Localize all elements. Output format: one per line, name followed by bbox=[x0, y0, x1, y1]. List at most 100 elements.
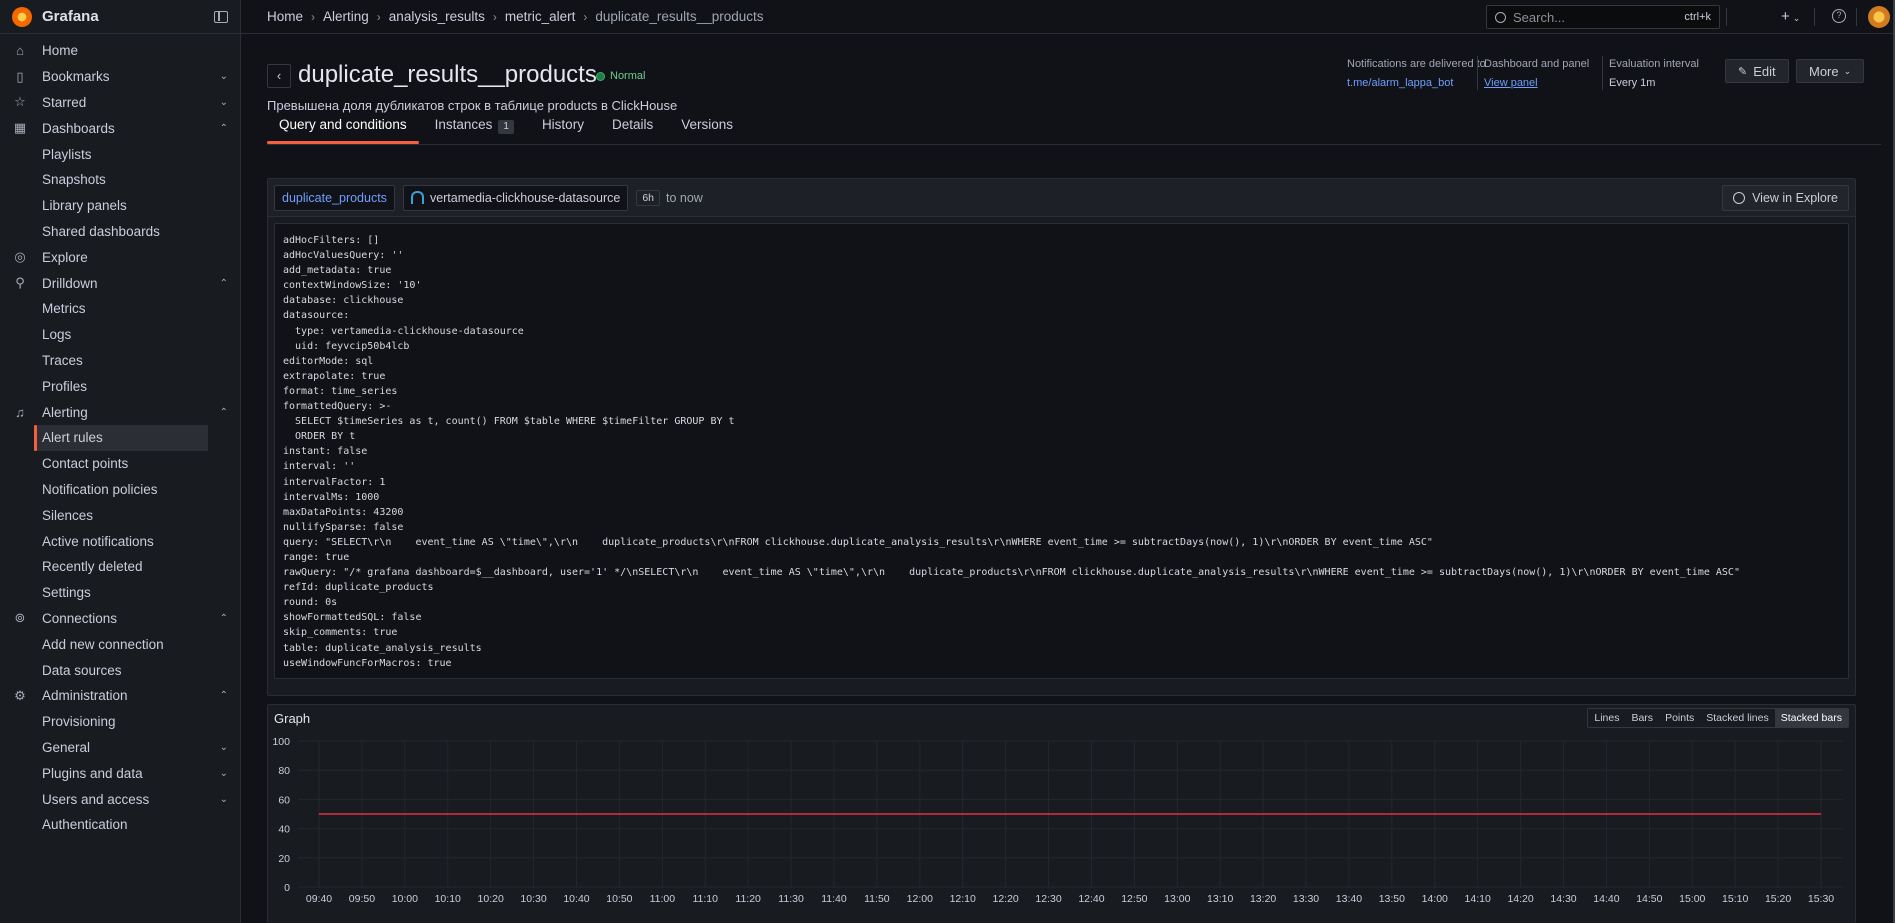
sidebar-item-label: Shared dashboards bbox=[42, 223, 160, 239]
chevron-down-icon[interactable]: ⌄ bbox=[220, 768, 228, 779]
sidebar-item-snapshots[interactable]: Snapshots bbox=[0, 167, 240, 193]
sidebar-item-starred[interactable]: ☆ Starred ⌄ bbox=[0, 90, 240, 116]
contact-point-link[interactable]: t.me/alarm_lappa_bot bbox=[1347, 77, 1486, 89]
meta-divider bbox=[1477, 56, 1478, 90]
sidebar-item-contact-points[interactable]: Contact points bbox=[0, 451, 240, 477]
tab-label: Instances bbox=[434, 117, 493, 132]
tab-instances[interactable]: Instances 1 bbox=[423, 110, 526, 142]
sidebar-item-dashboards[interactable]: ▦ Dashboards ⌃ bbox=[0, 115, 240, 141]
grafana-logo[interactable] bbox=[12, 6, 32, 27]
x-tick-label: 14:20 bbox=[1507, 893, 1533, 905]
graph-mode-lines[interactable]: Lines bbox=[1588, 709, 1625, 727]
sidebar-item-profiles[interactable]: Profiles bbox=[0, 373, 240, 399]
y-tick-label: 80 bbox=[278, 765, 290, 777]
code-line: instant: false bbox=[283, 446, 368, 458]
chevron-up-icon[interactable]: ⌃ bbox=[220, 407, 228, 418]
x-tick-label: 12:30 bbox=[1035, 893, 1061, 905]
sidebar-item-metrics[interactable]: Metrics bbox=[0, 296, 240, 322]
graph-mode-points[interactable]: Points bbox=[1659, 709, 1700, 727]
sidebar-item-recently-deleted[interactable]: Recently deleted bbox=[0, 554, 240, 580]
sidebar-item-shared-dashboards[interactable]: Shared dashboards bbox=[0, 219, 240, 245]
sidebar-item-administration[interactable]: ⚙ Administration ⌃ bbox=[0, 683, 240, 709]
sidebar-item-active-notifications[interactable]: Active notifications bbox=[0, 528, 240, 554]
code-line: nullifySparse: false bbox=[283, 521, 404, 533]
sidebar-item-provisioning[interactable]: Provisioning bbox=[0, 709, 240, 735]
sidebar-item-label: Library panels bbox=[42, 198, 127, 214]
tab-query-and-conditions[interactable]: Query and conditions bbox=[267, 110, 419, 144]
chevron-down-icon: ⌄ bbox=[1843, 65, 1852, 76]
avatar[interactable] bbox=[1868, 6, 1890, 28]
sidebar-item-alerting[interactable]: ♫ Alerting ⌃ bbox=[0, 399, 240, 425]
sidebar-item-home[interactable]: ⌂ Home bbox=[0, 38, 240, 64]
tab-versions[interactable]: Versions bbox=[669, 110, 745, 142]
code-line: editorMode: sql bbox=[283, 355, 374, 367]
new-menu-button[interactable]: + ⌄ bbox=[1781, 8, 1800, 25]
chevron-down-icon: ⌄ bbox=[1792, 13, 1801, 23]
chevron-down-icon[interactable]: ⌄ bbox=[220, 71, 228, 82]
breadcrumb-item[interactable]: Alerting bbox=[323, 9, 369, 24]
chevron-up-icon[interactable]: ⌃ bbox=[220, 123, 228, 134]
chevron-down-icon[interactable]: ⌄ bbox=[220, 97, 228, 108]
chevron-down-icon[interactable]: ⌄ bbox=[220, 794, 228, 805]
help-icon[interactable]: ? bbox=[1832, 9, 1846, 23]
bell-icon: ♫ bbox=[15, 404, 25, 420]
search-input[interactable]: Search... ctrl+k bbox=[1486, 5, 1720, 29]
datasource-chip[interactable]: vertamedia-clickhouse-datasource bbox=[402, 184, 629, 211]
graph-mode-bars[interactable]: Bars bbox=[1625, 709, 1659, 727]
sidebar-item-playlists[interactable]: Playlists bbox=[0, 141, 240, 167]
x-tick-label: 14:40 bbox=[1593, 893, 1619, 905]
code-line: intervalFactor: 1 bbox=[283, 476, 386, 488]
sidebar-item-traces[interactable]: Traces bbox=[0, 348, 240, 374]
view-panel-link[interactable]: View panel bbox=[1484, 77, 1589, 89]
sidebar-item-notification-policies[interactable]: Notification policies bbox=[0, 477, 240, 503]
graph-mode-switch: Lines Bars Points Stacked lines Stacked bars bbox=[1587, 708, 1849, 728]
code-line: table: duplicate_analysis_results bbox=[283, 642, 482, 654]
chevron-up-icon[interactable]: ⌃ bbox=[220, 613, 228, 624]
time-range-badge[interactable]: 6h bbox=[636, 189, 660, 206]
sidebar-item-logs[interactable]: Logs bbox=[0, 322, 240, 348]
query-ref-id[interactable]: duplicate_products bbox=[274, 184, 395, 211]
tab-details[interactable]: Details bbox=[600, 110, 665, 142]
graph-chart: 0 20 40 60 80 100 09:40 09:50 10:00 10:10 10:20 10:… bbox=[272, 736, 1843, 905]
sidebar-item-add-new-connection[interactable]: Add new connection bbox=[0, 631, 240, 657]
back-button[interactable]: ‹ bbox=[267, 64, 291, 88]
query-code-block: adHocFilters: [] adHocValuesQuery: '' add_… bbox=[274, 223, 1849, 679]
sidebar-item-plugins-and-data[interactable]: Plugins and data ⌄ bbox=[0, 760, 240, 786]
sidebar-item-users-and-access[interactable]: Users and access ⌄ bbox=[0, 786, 240, 812]
graph-mode-stacked-bars[interactable]: Stacked bars bbox=[1774, 709, 1848, 727]
more-button[interactable]: More ⌄ bbox=[1796, 59, 1865, 83]
x-tick-label: 13:00 bbox=[1164, 893, 1190, 905]
tab-label: Query and conditions bbox=[279, 117, 407, 132]
dock-menu-icon[interactable] bbox=[214, 10, 228, 23]
x-tick-label: 12:00 bbox=[907, 893, 933, 905]
sidebar-item-authentication[interactable]: Authentication bbox=[0, 812, 240, 838]
tab-history[interactable]: History bbox=[530, 110, 596, 142]
search-shortcut: ctrl+k bbox=[1684, 11, 1711, 23]
x-tick-label: 14:50 bbox=[1636, 893, 1662, 905]
sidebar-item-drilldown[interactable]: ⚲ Drilldown ⌃ bbox=[0, 270, 240, 296]
graph-mode-stacked-lines[interactable]: Stacked lines bbox=[1700, 709, 1774, 727]
sidebar-item-label: Data sources bbox=[42, 662, 122, 678]
app-name: Grafana bbox=[42, 8, 99, 25]
chevron-up-icon[interactable]: ⌃ bbox=[220, 690, 228, 701]
code-line: contextWindowSize: '10' bbox=[283, 280, 422, 292]
sidebar-item-bookmarks[interactable]: ▯ Bookmarks ⌄ bbox=[0, 64, 240, 90]
chevron-up-icon[interactable]: ⌃ bbox=[220, 278, 228, 289]
edit-button[interactable]: ✎ Edit bbox=[1725, 59, 1789, 83]
sidebar-item-label: Silences bbox=[42, 507, 94, 523]
sidebar-item-library-panels[interactable]: Library panels bbox=[0, 193, 240, 219]
breadcrumb-item[interactable]: metric_alert bbox=[505, 9, 576, 24]
sidebar-item-explore[interactable]: ◎ Explore bbox=[0, 244, 240, 270]
view-in-explore-button[interactable]: View in Explore bbox=[1722, 184, 1849, 211]
sidebar-item-silences[interactable]: Silences bbox=[0, 502, 240, 528]
meta-dashboard-label: Dashboard and panel bbox=[1484, 58, 1590, 70]
sidebar-item-connections[interactable]: ⊚ Connections ⌃ bbox=[0, 606, 240, 632]
sidebar-item-general[interactable]: General ⌄ bbox=[0, 735, 240, 761]
breadcrumb-item[interactable]: analysis_results bbox=[389, 9, 485, 24]
sidebar-item-label: Home bbox=[42, 43, 79, 59]
sidebar-item-settings[interactable]: Settings bbox=[0, 580, 240, 606]
sidebar-item-alert-rules[interactable]: Alert rules bbox=[34, 424, 208, 451]
breadcrumb-item[interactable]: Home bbox=[267, 9, 303, 24]
sidebar-item-data-sources[interactable]: Data sources bbox=[0, 657, 240, 683]
chevron-down-icon[interactable]: ⌄ bbox=[220, 742, 228, 753]
